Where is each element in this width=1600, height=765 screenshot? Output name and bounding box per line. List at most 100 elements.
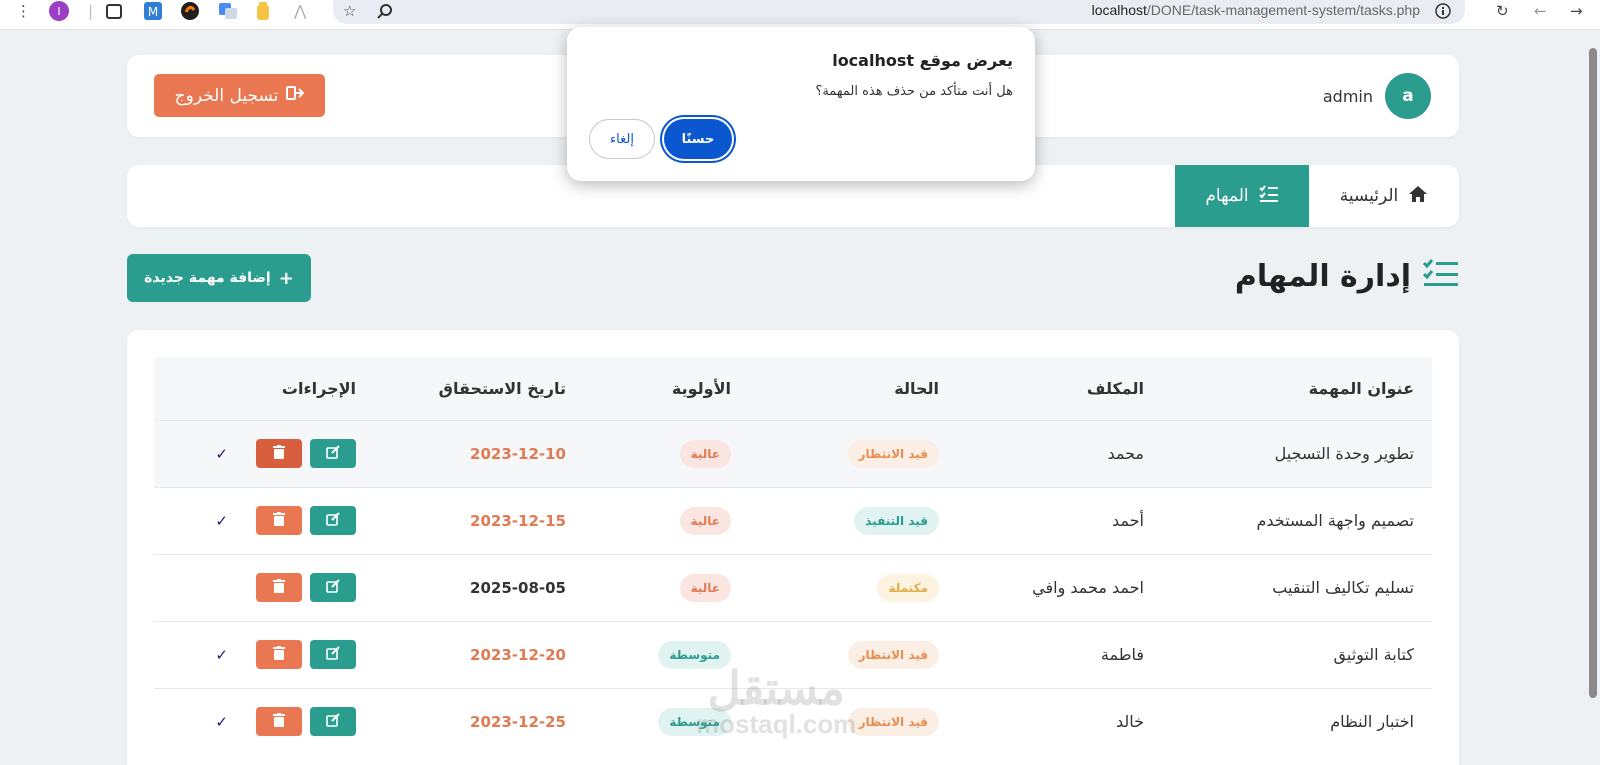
back-icon[interactable]: ← [1534,0,1547,22]
forward-icon[interactable]: → [1570,0,1583,22]
page-title: إدارة المهام [1235,258,1459,295]
trash-icon [273,511,285,530]
task-due-date: 2023-12-20 [470,645,566,664]
svg-text:I: I [57,5,60,18]
row-actions [172,573,356,602]
task-due-date: 2023-12-15 [470,511,566,530]
watermark-domain: mostaql.com [696,709,857,739]
address-bar[interactable]: ☆ localhost/DONE/task-management-system/… [333,0,1465,24]
delete-button[interactable] [256,640,302,669]
watermark-arabic: مستقل [707,662,846,714]
nav-tasks-label: المهام [1205,186,1249,206]
col-header-title: عنوان المهمة [1308,378,1414,398]
delete-button[interactable] [256,506,302,535]
translate-icon[interactable] [218,0,238,22]
status-badge: قيد الانتظار [847,439,939,468]
edit-button[interactable] [310,707,356,737]
url-path: /DONE/task-management-system/tasks.php [1146,2,1420,18]
task-title: تصميم واجهة المستخدم [1256,511,1414,530]
table-header-row: عنوان المهمة المكلف الحالة الأولوية تاري… [154,357,1432,420]
logout-label: تسجيل الخروج [174,85,279,106]
task-title: كتابة التوثيق [1333,645,1414,664]
extension-icon-purple[interactable]: I [49,0,69,22]
complete-check-icon[interactable]: ✓ [215,512,228,530]
complete-check-icon[interactable]: ✓ [215,713,228,731]
reload-icon[interactable]: ↻ [1496,0,1509,22]
row-actions: ✓ [172,707,356,737]
edit-button[interactable] [310,506,356,535]
task-assignee: محمد [1107,444,1144,463]
col-header-status: الحالة [894,378,939,398]
row-actions: ✓ [172,506,356,535]
extension-puzzle-icon[interactable] [105,0,123,22]
task-assignee: احمد محمد وافي [1032,578,1144,597]
trash-icon [273,645,285,664]
tasks-list-icon [1422,258,1459,295]
task-due-date: 2025-08-05 [470,578,566,597]
sign-out-icon [286,85,305,106]
tasks-list-icon [1258,184,1279,208]
dialog-ok-button[interactable]: حسنًا [664,119,732,159]
edit-icon [326,645,340,664]
edit-icon [326,713,340,731]
logout-button[interactable]: تسجيل الخروج [154,74,325,117]
nav-item-home[interactable]: الرئيسية [1309,165,1459,227]
task-title: تسليم تكاليف التنقيب [1272,578,1414,597]
zoom-icon[interactable] [377,0,393,22]
nav-item-tasks[interactable]: المهام [1175,165,1309,227]
dialog-cancel-button[interactable]: إلغاء [589,119,655,159]
svg-text:M: M [148,5,158,19]
dialog-message: هل أنت متأكد من حذف هذه المهمة؟ [815,84,1013,99]
status-badge: قيد الانتظار [847,640,939,669]
edit-button[interactable] [310,439,356,468]
trash-icon [273,578,285,597]
col-header-priority: الأولوية [671,378,731,398]
url-host: localhost [1091,2,1147,18]
confirm-dialog: يعرض موقع localhost هل أنت متأكد من حذف … [567,27,1035,181]
user-info: a admin [1323,73,1431,119]
avatar: a [1385,73,1431,119]
edit-icon [326,578,340,597]
username: admin [1322,86,1373,106]
extension-jar-icon[interactable] [255,0,271,22]
page-scrollbar[interactable] [1586,40,1600,710]
table-row: تصميم واجهة المستخدم أحمد قيد التنفيذ عا… [154,487,1432,554]
complete-check-icon[interactable]: ✓ [215,445,228,463]
row-actions: ✓ [172,640,356,669]
table-row: تطوير وحدة التسجيل محمد قيد الانتظار عال… [154,420,1432,487]
priority-badge: عالية [679,506,731,535]
edit-icon [326,444,340,463]
task-title: اختبار النظام [1330,712,1414,732]
delete-button[interactable] [256,439,302,468]
status-badge: قيد التنفيذ [854,506,939,535]
col-header-due-date: تاريخ الاستحقاق [438,378,566,398]
task-assignee: خالد [1115,712,1144,732]
row-actions: ✓ [172,439,356,468]
status-badge: مكتملة [877,573,939,602]
add-task-button[interactable]: + إضافة مهمة جديدة [127,254,311,302]
extension-s-icon[interactable] [181,0,199,22]
site-info-icon[interactable] [1435,0,1451,22]
extension-m-icon[interactable]: M [144,0,162,22]
extension-a-icon[interactable]: ⋀ [294,0,306,22]
task-assignee: فاطمة [1100,645,1144,664]
home-icon [1408,185,1428,208]
separator: | [88,2,94,20]
add-task-label: إضافة مهمة جديدة [144,270,271,286]
edit-icon [326,511,340,530]
dialog-title: يعرض موقع localhost [832,51,1013,70]
url-text[interactable]: localhost/DONE/task-management-system/ta… [1092,2,1420,18]
bookmark-star-icon[interactable]: ☆ [343,0,356,22]
menu-dots-icon[interactable]: ⋮ [16,0,31,22]
edit-button[interactable] [310,640,356,669]
browser-toolbar: ⋮ I | M ⋀ ☆ localhost/DONE/task-manageme… [0,0,1600,30]
delete-button[interactable] [256,707,302,737]
page-title-text: إدارة المهام [1234,259,1411,294]
delete-button[interactable] [256,573,302,602]
edit-button[interactable] [310,573,356,602]
scrollbar-thumb[interactable] [1589,48,1597,698]
complete-check-icon[interactable]: ✓ [215,646,228,664]
col-header-assignee: المكلف [1086,378,1144,398]
watermark: مستقل mostaql.com [696,665,856,737]
table-row: تسليم تكاليف التنقيب احمد محمد وافي مكتم… [154,554,1432,621]
